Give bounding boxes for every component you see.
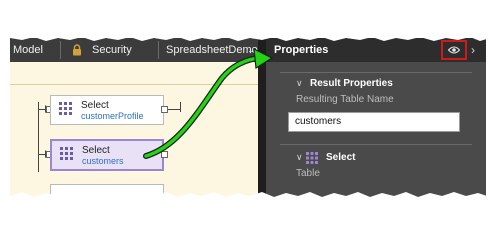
table-grid-icon xyxy=(306,152,318,164)
eye-icon xyxy=(448,46,460,54)
node-table-name: customerProfile xyxy=(81,111,144,121)
splitter[interactable] xyxy=(258,38,266,198)
torn-edge-top xyxy=(0,34,500,41)
chevron-down-icon[interactable]: ∨ xyxy=(296,78,303,89)
properties-panel: Properties › ∨ Result Properties Resulti… xyxy=(266,38,486,198)
connector-line xyxy=(180,102,181,112)
select-section-heading[interactable]: Select xyxy=(326,152,355,163)
section-divider xyxy=(280,144,472,145)
connector-line xyxy=(38,102,39,172)
torn-edge-bottom xyxy=(0,192,500,202)
table-grid-icon xyxy=(60,147,73,160)
resulting-table-name-label: Resulting Table Name xyxy=(296,94,394,105)
resulting-table-name-input[interactable]: customers xyxy=(288,112,460,132)
node-table-name: customers xyxy=(82,156,124,166)
canvas-guide-line xyxy=(10,84,258,85)
connector-line xyxy=(168,109,180,110)
section-divider xyxy=(280,72,472,73)
output-port[interactable] xyxy=(161,106,168,113)
diagram-canvas[interactable]: Select customerProfile Select customers xyxy=(10,62,258,198)
select-node-customer-profile[interactable]: Select customerProfile xyxy=(50,95,164,125)
result-properties-heading[interactable]: Result Properties xyxy=(310,78,393,89)
node-title: Select xyxy=(82,145,110,156)
app-window: Model Security SpreadsheetDemo ← Select … xyxy=(10,38,486,198)
select-node-customers[interactable]: Select customers xyxy=(50,139,164,171)
table-label: Table xyxy=(296,168,320,179)
node-title: Select xyxy=(81,100,109,111)
table-grid-icon xyxy=(59,102,72,115)
output-port[interactable] xyxy=(161,151,168,158)
chevron-down-icon[interactable]: ∨ xyxy=(296,152,303,163)
